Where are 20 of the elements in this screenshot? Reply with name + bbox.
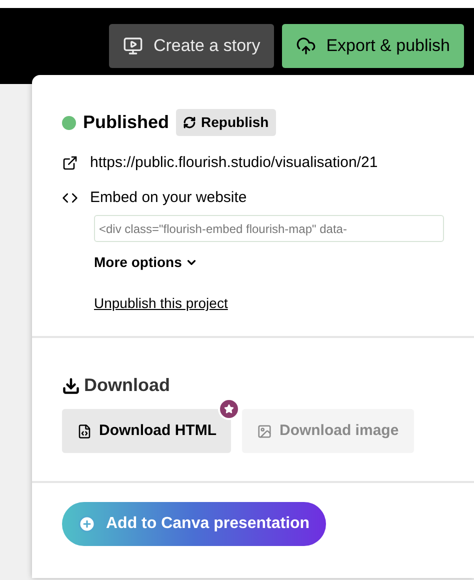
visualisation-link[interactable]: https://public.flourish.studio/visualisation/21 — [90, 152, 378, 174]
add-icon — [78, 515, 96, 533]
unpublish-link[interactable]: Unpublish this project — [94, 293, 228, 314]
export-button[interactable]: Export & publish — [282, 24, 464, 68]
canva-button[interactable]: Add to Canva presentation — [62, 502, 326, 546]
embed-label: Embed on your website — [90, 188, 247, 208]
download-html-button[interactable]: Download HTML — [62, 409, 232, 453]
status-label: Published — [83, 111, 170, 134]
republish-button[interactable]: Republish — [176, 109, 276, 136]
code-file-icon — [77, 424, 92, 438]
image-file-icon — [257, 424, 272, 438]
refresh-icon — [183, 116, 196, 129]
download-heading: Download — [84, 374, 170, 397]
external-link-icon — [62, 155, 78, 172]
cloud-upload-icon — [296, 36, 316, 56]
download-icon — [62, 376, 80, 394]
more-options-button[interactable]: More options — [94, 252, 198, 273]
screen-play-icon — [123, 36, 144, 56]
story-button[interactable]: Create a story — [109, 24, 274, 68]
embed-code-field[interactable]: <div class="flourish-embed flourish-map" data- — [94, 215, 444, 242]
